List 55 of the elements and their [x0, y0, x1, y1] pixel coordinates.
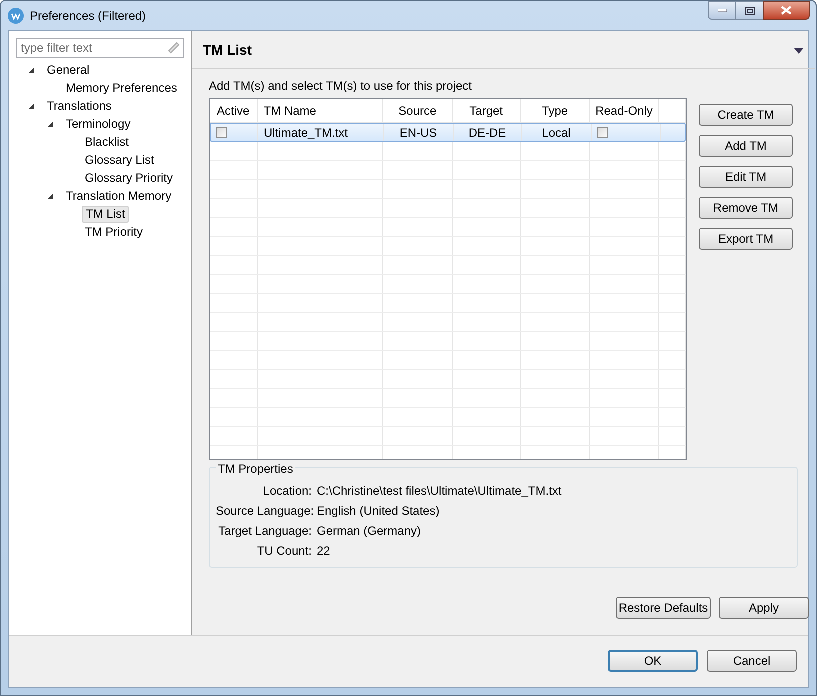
table-cell-text: EN-US [400, 124, 438, 142]
column-header[interactable]: TM Name [264, 102, 316, 120]
instructions-text: Add TM(s) and select TM(s) to use for this project [209, 78, 473, 93]
table-row[interactable]: Ultimate_TM.txt EN-US DE-DE Local [210, 123, 686, 142]
menu-dropdown-icon[interactable] [794, 48, 804, 54]
maximize-icon [744, 6, 754, 14]
column-header[interactable]: Type [542, 102, 568, 120]
button[interactable]: Remove TM [699, 197, 793, 219]
checkbox[interactable] [597, 127, 608, 138]
tree-item[interactable]: TM List [82, 206, 130, 222]
page-title: TM List [203, 41, 252, 60]
property-value: C:\Christine\test files\Ultimate\Ultimate_TM.txt [317, 483, 562, 500]
tree-item[interactable]: Terminology [66, 116, 131, 132]
property-label: Source Language: [216, 503, 316, 520]
button[interactable]: Edit TM [699, 166, 793, 188]
app-icon [8, 8, 24, 24]
maximize-button[interactable] [736, 1, 763, 20]
column-header[interactable]: Target [470, 102, 504, 120]
button[interactable]: Apply [719, 597, 809, 619]
minimize-icon [718, 9, 726, 12]
tree-item[interactable]: General [47, 62, 90, 78]
property-value: German (Germany) [317, 523, 422, 540]
tree-item[interactable]: Glossary List [85, 152, 154, 168]
tree-item[interactable]: Translation Memory [66, 188, 172, 204]
column-header[interactable]: Read-Only [596, 102, 653, 120]
column-header[interactable]: Source [398, 102, 437, 120]
property-value: 22 [317, 543, 330, 560]
checkbox[interactable] [216, 127, 227, 138]
table-cell-text: DE-DE [468, 124, 506, 142]
property-value: English (United States) [317, 503, 440, 520]
close-icon [781, 6, 792, 15]
button[interactable]: Cancel [707, 650, 797, 672]
column-header[interactable]: Active [217, 102, 250, 120]
tree-item[interactable]: Glossary Priority [85, 170, 174, 186]
expanded-arrow-icon[interactable] [28, 102, 35, 110]
property-label: TU Count: [256, 543, 313, 560]
property-label: Location: [262, 483, 313, 500]
table-cell-text: Ultimate_TM.txt [264, 124, 348, 142]
tree-item[interactable]: Translations [47, 98, 112, 114]
tree-item[interactable]: Memory Preferences [66, 80, 178, 96]
expanded-arrow-icon[interactable] [47, 192, 54, 200]
tree-item[interactable]: Blacklist [85, 134, 130, 150]
tree-item[interactable]: TM Priority [85, 224, 143, 240]
button[interactable]: Create TM [699, 104, 793, 126]
button[interactable]: OK [608, 650, 698, 672]
table-cell-text: Local [542, 124, 571, 142]
button[interactable]: Export TM [699, 228, 793, 250]
button[interactable]: Add TM [699, 135, 793, 157]
expanded-arrow-icon[interactable] [28, 66, 35, 74]
filter-field[interactable]: type filter text [16, 38, 184, 58]
property-label: Target Language: [218, 523, 313, 540]
expanded-arrow-icon[interactable] [47, 120, 54, 128]
button[interactable]: Restore Defaults [616, 597, 711, 619]
window-title: Preferences (Filtered) [30, 8, 146, 24]
close-button[interactable] [763, 1, 810, 20]
